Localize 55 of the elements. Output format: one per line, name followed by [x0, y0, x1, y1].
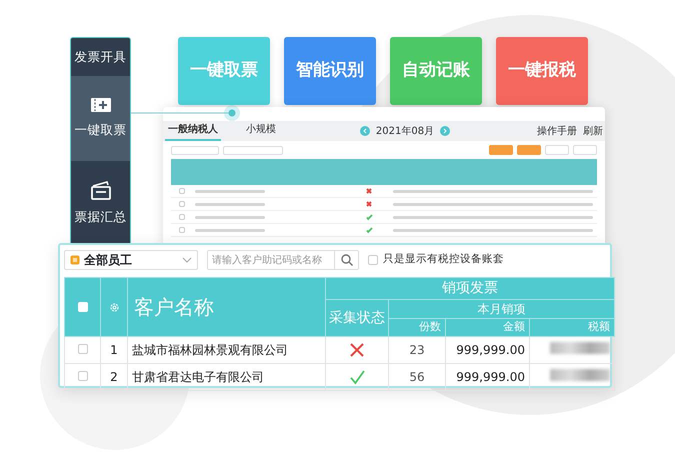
- period-label: 2021年08月: [376, 124, 434, 138]
- sidebar-item[interactable]: 票据汇总: [71, 161, 130, 246]
- tickets-icon: [90, 180, 112, 200]
- row-checkbox[interactable]: [179, 227, 185, 233]
- row-checkbox[interactable]: [179, 214, 185, 220]
- filter-label: 只是显示有税控设备账套: [383, 252, 504, 268]
- blurred-value: [550, 369, 610, 381]
- column-header: 份数: [388, 318, 446, 336]
- row-checkbox[interactable]: [179, 201, 185, 207]
- row-checkbox[interactable]: [179, 188, 185, 194]
- action-button[interactable]: [517, 145, 541, 155]
- employee-icon: [70, 255, 80, 265]
- search-button[interactable]: [334, 251, 358, 269]
- action-button[interactable]: [573, 145, 597, 155]
- table-cell: 1: [100, 336, 128, 364]
- tab[interactable]: 一般纳税人: [165, 121, 221, 141]
- previous-icon: [360, 126, 370, 136]
- column-header: 采集状态: [326, 300, 388, 336]
- row-text: [195, 216, 265, 218]
- column-header: 金额: [446, 318, 530, 336]
- toolbar-link[interactable]: 操作手册: [537, 124, 577, 138]
- column-header: 客户名称: [128, 278, 326, 336]
- settings-icon: [108, 302, 120, 312]
- row-checkbox[interactable]: [78, 344, 88, 354]
- search-field[interactable]: [223, 146, 283, 154]
- action-button[interactable]: [489, 145, 513, 155]
- table-cell: 23: [388, 336, 446, 364]
- select-field[interactable]: [171, 146, 219, 154]
- column-group-header: 本月销项: [388, 300, 614, 318]
- filter-checkbox[interactable]: [368, 255, 378, 265]
- column-group-header: 销项发票: [326, 278, 614, 300]
- row-text: [195, 190, 265, 192]
- next-icon: [440, 126, 450, 136]
- toolbar-link[interactable]: 刷新: [583, 124, 603, 138]
- row-text: [195, 228, 265, 232]
- tab[interactable]: 小规模: [243, 121, 279, 141]
- select-all-checkbox[interactable]: [78, 302, 88, 312]
- table-cell: 56: [388, 364, 446, 390]
- table-cell: 999,999.00: [446, 364, 530, 390]
- table-cell: 999,999.00: [446, 336, 530, 364]
- search-icon: [340, 254, 352, 266]
- search-field[interactable]: 请输入客户助记码或名称: [207, 250, 359, 270]
- action-button[interactable]: [545, 145, 569, 155]
- sidebar-item[interactable]: 一键取票: [71, 76, 130, 161]
- employee-select[interactable]: 全部员工: [64, 250, 198, 270]
- blurred-value: [550, 342, 610, 354]
- row-text: [195, 202, 265, 206]
- table-cell: 2: [100, 364, 128, 390]
- table-cell: 盐城市福林园林景观有限公司: [128, 336, 326, 364]
- row-checkbox[interactable]: [78, 371, 88, 381]
- sidebar-item[interactable]: 发票开具: [71, 38, 130, 76]
- table-cell: 甘肃省君达电子有限公司: [128, 364, 326, 390]
- ticket-icon: [90, 97, 112, 114]
- caret-icon: [182, 257, 192, 263]
- column-header: 税额: [530, 318, 614, 336]
